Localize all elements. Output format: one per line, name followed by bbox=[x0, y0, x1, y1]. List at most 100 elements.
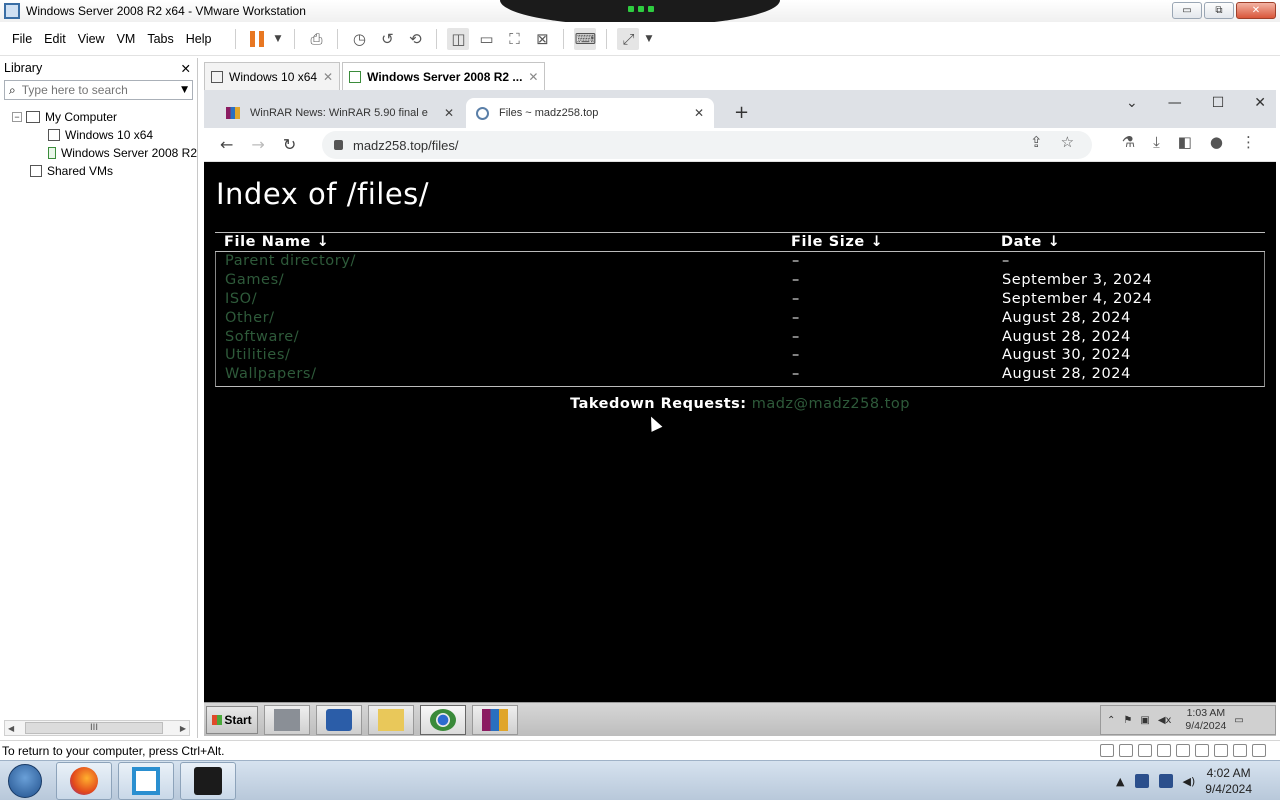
directory-link[interactable]: Parent directory/ bbox=[216, 253, 792, 269]
menu-file[interactable]: File bbox=[0, 32, 38, 46]
directory-link[interactable]: ISO/ bbox=[216, 291, 792, 307]
takedown-email-link[interactable]: madz@madz258.top bbox=[752, 396, 910, 412]
explorer-button[interactable] bbox=[368, 704, 414, 735]
firefox-taskbar-button[interactable] bbox=[56, 761, 112, 800]
directory-link[interactable]: Games/ bbox=[216, 272, 792, 288]
share-icon[interactable]: ⇪ bbox=[1030, 133, 1043, 151]
network-icon[interactable]: ▣ bbox=[1140, 715, 1149, 726]
hard-disk-icon[interactable] bbox=[1100, 744, 1114, 757]
usb-icon[interactable] bbox=[1176, 744, 1190, 757]
show-desktop-icon[interactable]: ▭ bbox=[1234, 715, 1243, 726]
maximize-button[interactable]: ⧉ bbox=[1204, 2, 1234, 19]
browser-minimize-button[interactable]: — bbox=[1168, 95, 1182, 111]
library-horizontal-scrollbar[interactable]: ◀ III ▶ bbox=[4, 720, 190, 736]
tab-close-icon[interactable]: ✕ bbox=[528, 70, 538, 84]
browser-tab-close-icon[interactable]: ✕ bbox=[694, 106, 704, 120]
action-center-flag-icon[interactable]: ⚑ bbox=[1123, 715, 1132, 726]
reload-button[interactable]: ↻ bbox=[283, 135, 296, 154]
scroll-thumb[interactable]: III bbox=[25, 722, 163, 734]
tab-search-button[interactable]: ⌄ bbox=[1126, 95, 1138, 111]
volume-icon[interactable]: ◀) bbox=[1183, 775, 1196, 788]
back-button[interactable]: ← bbox=[220, 135, 233, 154]
url-text[interactable]: madz258.top/files/ bbox=[353, 138, 459, 153]
display-icon[interactable] bbox=[1233, 744, 1247, 757]
tree-item-my-computer[interactable]: − My Computer bbox=[0, 108, 197, 126]
menu-vm[interactable]: VM bbox=[111, 32, 142, 46]
tab-close-icon[interactable]: ✕ bbox=[323, 70, 333, 84]
search-dropdown-icon[interactable]: ▼ bbox=[181, 85, 188, 95]
network-icon[interactable] bbox=[1158, 774, 1173, 788]
directory-link[interactable]: Other/ bbox=[216, 310, 792, 326]
sound-card-icon[interactable] bbox=[1214, 744, 1228, 757]
console-view-icon[interactable]: ⌨ bbox=[574, 27, 597, 50]
more-menu-icon[interactable]: ⋮ bbox=[1241, 133, 1256, 151]
cd-dvd-icon[interactable] bbox=[1119, 744, 1133, 757]
winrar-button[interactable] bbox=[472, 704, 518, 735]
chrome-button[interactable] bbox=[420, 704, 466, 735]
directory-link[interactable]: Utilities/ bbox=[216, 347, 792, 363]
menu-view[interactable]: View bbox=[72, 32, 111, 46]
menu-help[interactable]: Help bbox=[180, 32, 218, 46]
menu-tabs[interactable]: Tabs bbox=[141, 32, 179, 46]
show-hidden-icons-icon[interactable]: ⌃ bbox=[1107, 715, 1115, 726]
tray-app-icon[interactable] bbox=[1134, 774, 1149, 788]
library-search-input[interactable] bbox=[21, 83, 176, 97]
menu-edit[interactable]: Edit bbox=[38, 32, 72, 46]
minimize-button[interactable]: ▭ bbox=[1172, 2, 1202, 19]
host-start-button[interactable] bbox=[0, 761, 50, 801]
show-library-icon[interactable]: ◫ bbox=[447, 27, 470, 50]
new-tab-button[interactable]: + bbox=[734, 102, 749, 123]
collapse-icon[interactable]: − bbox=[12, 112, 22, 122]
server-manager-button[interactable] bbox=[264, 704, 310, 735]
snapshot-icon[interactable]: ◷ bbox=[348, 28, 370, 50]
unity-icon[interactable]: ⊠ bbox=[531, 28, 553, 50]
guest-start-button[interactable]: Start bbox=[206, 705, 258, 734]
browser-close-button[interactable]: ✕ bbox=[1254, 95, 1266, 111]
stretch-guest-icon[interactable]: ⤢ bbox=[617, 27, 640, 50]
lock-icon[interactable] bbox=[334, 140, 343, 150]
close-button[interactable]: ✕ bbox=[1236, 2, 1276, 19]
sort-by-date-header[interactable]: Date ↓ bbox=[1001, 234, 1265, 250]
host-clock[interactable]: 4:02 AM 9/4/2024 bbox=[1205, 765, 1252, 797]
guest-display[interactable]: WinRAR News: WinRAR 5.90 final e ✕ Files… bbox=[204, 90, 1276, 736]
browser-maximize-button[interactable]: ☐ bbox=[1212, 95, 1225, 111]
bookmark-star-icon[interactable]: ☆ bbox=[1061, 133, 1074, 151]
scroll-left-icon[interactable]: ◀ bbox=[8, 724, 14, 733]
directory-link[interactable]: Software/ bbox=[216, 329, 792, 345]
volume-muted-icon[interactable]: ◀x bbox=[1158, 715, 1172, 726]
sort-by-name-header[interactable]: File Name ↓ bbox=[215, 234, 791, 250]
browser-tab-winrar[interactable]: WinRAR News: WinRAR 5.90 final e ✕ bbox=[216, 98, 464, 128]
send-ctrl-alt-del-icon[interactable]: ⎙ bbox=[305, 28, 327, 50]
snapshot-manager-icon[interactable]: ⟲ bbox=[404, 28, 426, 50]
browser-tab-files[interactable]: Files ~ madz258.top ✕ bbox=[466, 98, 714, 128]
scroll-right-icon[interactable]: ▶ bbox=[180, 724, 186, 733]
downloads-icon[interactable]: ⤓ bbox=[1153, 133, 1160, 151]
show-hidden-icons-icon[interactable]: ▲ bbox=[1116, 775, 1124, 788]
floppy-icon[interactable] bbox=[1138, 744, 1152, 757]
side-panel-icon[interactable]: ◧ bbox=[1178, 133, 1192, 151]
tree-item-windows-10[interactable]: Windows 10 x64 bbox=[0, 126, 197, 144]
powershell-button[interactable] bbox=[316, 704, 362, 735]
full-screen-icon[interactable]: ⛶ bbox=[503, 28, 525, 50]
guest-clock[interactable]: 1:03 AM 9/4/2024 bbox=[1185, 707, 1226, 733]
profile-avatar-icon[interactable]: ● bbox=[1210, 133, 1223, 151]
library-close-icon[interactable]: ✕ bbox=[181, 61, 191, 76]
browser-tab-close-icon[interactable]: ✕ bbox=[444, 106, 454, 120]
pause-button[interactable] bbox=[246, 28, 268, 50]
tab-windows-10[interactable]: Windows 10 x64 ✕ bbox=[204, 62, 341, 90]
network-adapter-icon[interactable] bbox=[1157, 744, 1171, 757]
terminal-taskbar-button[interactable] bbox=[180, 761, 236, 800]
extensions-icon[interactable]: ⚗ bbox=[1122, 133, 1135, 151]
tree-item-shared-vms[interactable]: Shared VMs bbox=[0, 162, 197, 180]
message-log-icon[interactable] bbox=[1252, 744, 1266, 757]
revert-snapshot-icon[interactable]: ↺ bbox=[376, 28, 398, 50]
power-dropdown-icon[interactable]: ▼ bbox=[274, 34, 284, 44]
tab-windows-server-2008[interactable]: Windows Server 2008 R2 ... ✕ bbox=[342, 62, 546, 90]
address-bar[interactable]: madz258.top/files/ bbox=[322, 131, 1092, 159]
printer-icon[interactable] bbox=[1195, 744, 1209, 757]
vmware-taskbar-button[interactable] bbox=[118, 761, 174, 800]
forward-button[interactable]: → bbox=[251, 135, 264, 154]
sort-by-size-header[interactable]: File Size ↓ bbox=[791, 234, 1001, 250]
thumbnail-bar-icon[interactable]: ▭ bbox=[475, 28, 497, 50]
tree-item-windows-server-2008[interactable]: Windows Server 2008 R2 bbox=[0, 144, 197, 162]
